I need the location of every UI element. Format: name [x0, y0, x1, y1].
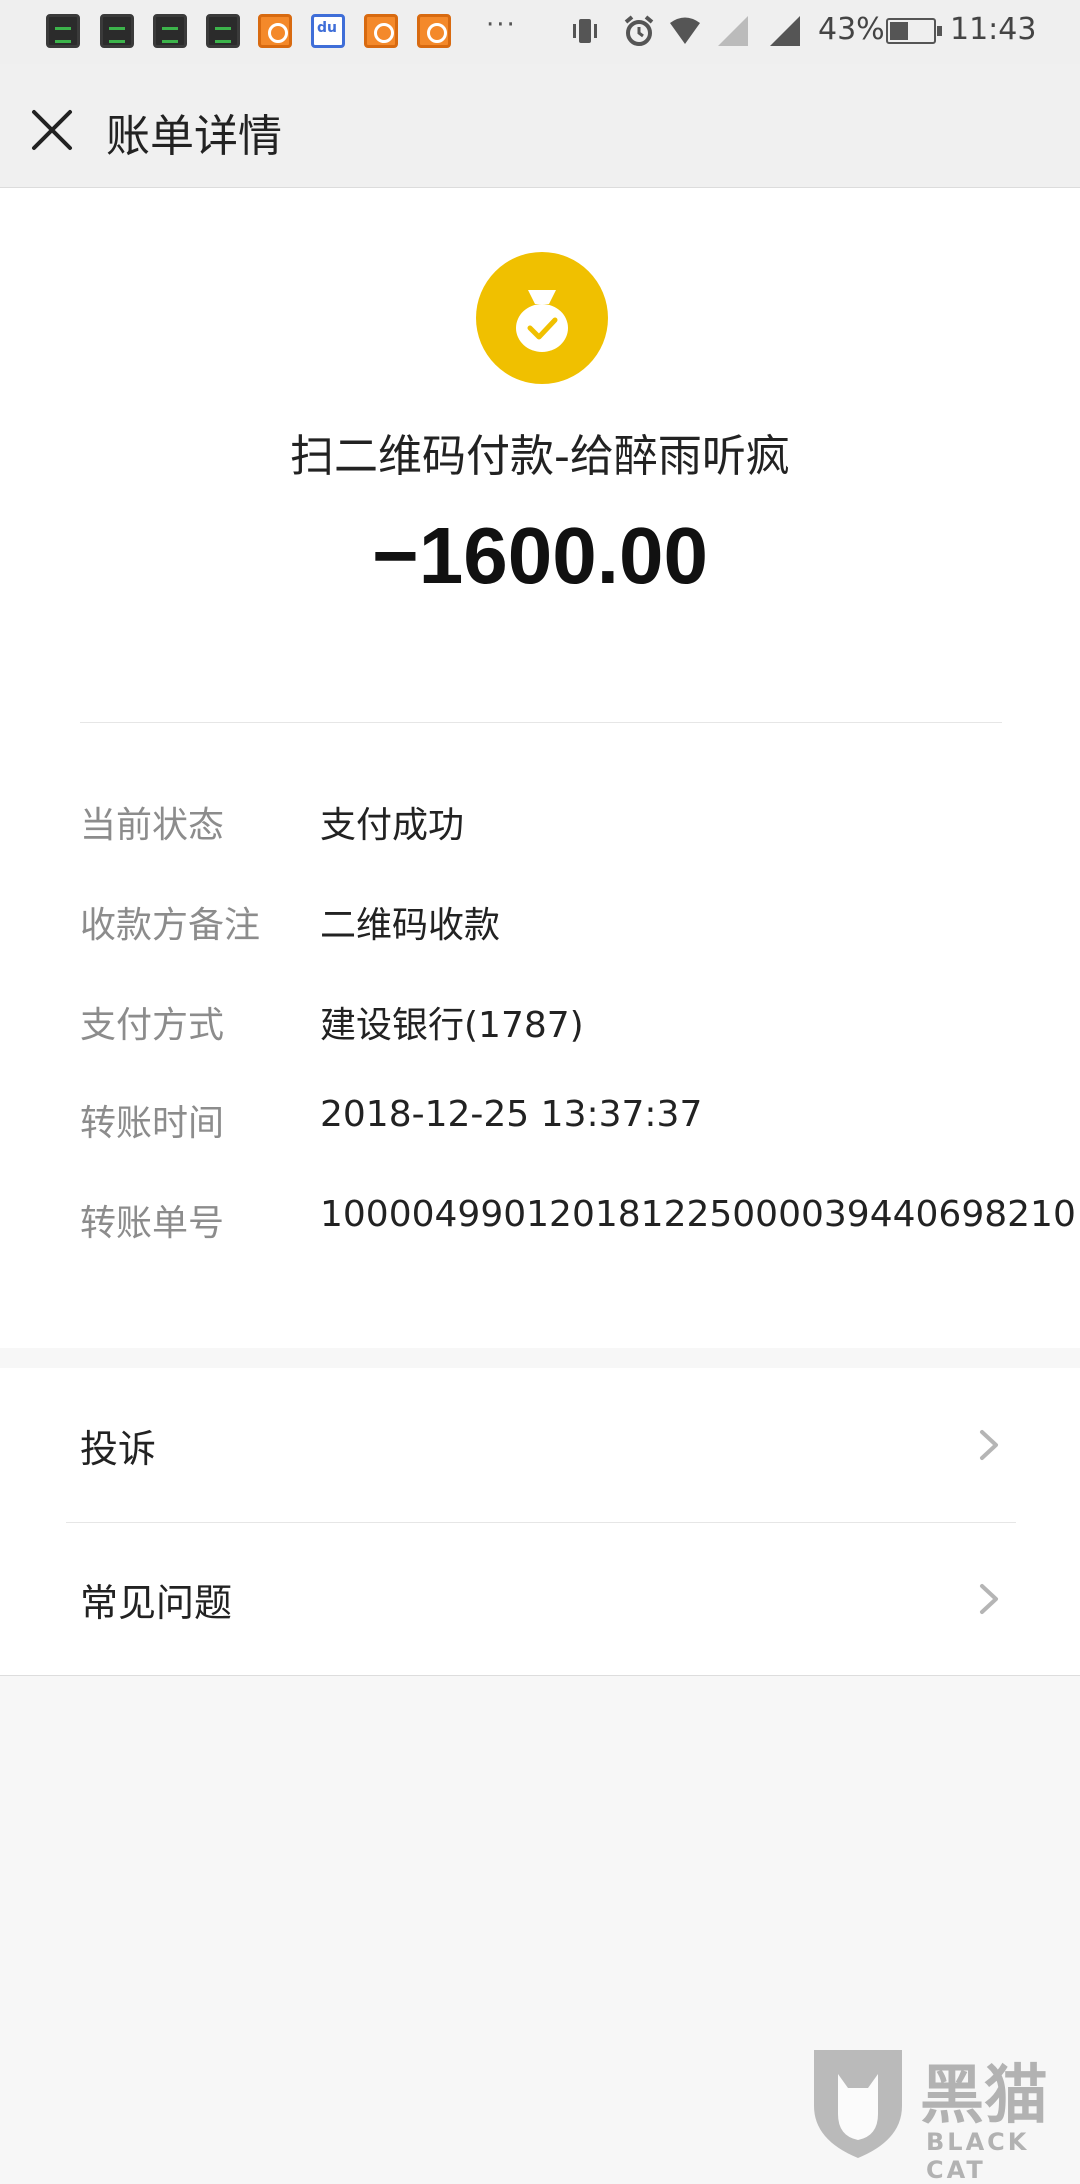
wifi-icon	[670, 17, 700, 44]
bill-title: 扫二维码付款-给醉雨听疯	[290, 431, 790, 482]
monitor-icon	[46, 14, 80, 48]
status-bar: ··· 43% 11:43	[0, 0, 1080, 64]
uc-browser-icon	[417, 14, 451, 48]
detail-value: 2018-12-25 13:37:37	[320, 1094, 703, 1135]
monitor-icon	[206, 14, 240, 48]
signal-icon	[770, 16, 800, 46]
detail-value: 100004990120181225000039440698210	[320, 1194, 1076, 1235]
detail-label: 收款方备注	[80, 905, 261, 946]
bill-amount: −1600.00	[372, 511, 708, 600]
battery-percent: 43%	[818, 12, 885, 47]
detail-row-transfer-time: 转账时间 2018-12-25 13:37:37	[80, 1094, 1020, 1154]
detail-value: 支付成功	[320, 805, 465, 846]
baidu-icon	[311, 14, 345, 48]
detail-value: 建设银行(1787)	[320, 1005, 584, 1046]
detail-row-status: 当前状态 支付成功	[80, 796, 1020, 856]
detail-label: 支付方式	[80, 1005, 225, 1046]
money-bag-check-icon	[476, 252, 608, 384]
uc-browser-icon	[258, 14, 292, 48]
bill-card: 扫二维码付款-给醉雨听疯 −1600.00 当前状态 支付成功 收款方备注 二维…	[0, 188, 1080, 1348]
cat-shield-icon	[814, 2050, 902, 2158]
close-icon[interactable]	[24, 102, 80, 158]
complaint-item[interactable]: 投诉	[0, 1368, 1080, 1522]
monitor-icon	[153, 14, 187, 48]
watermark-en: BLACK CAT	[926, 2128, 1030, 2184]
battery-icon	[886, 18, 942, 44]
chevron-right-icon	[980, 1430, 998, 1460]
faq-label: 常见问题	[80, 1581, 233, 1625]
detail-value: 二维码收款	[320, 905, 501, 946]
faq-item[interactable]: 常见问题	[0, 1522, 1080, 1676]
detail-row-payee-note: 收款方备注 二维码收款	[80, 896, 1020, 956]
detail-row-payment-method: 支付方式 建设银行(1787)	[80, 996, 1020, 1056]
divider	[80, 722, 1002, 723]
alarm-icon	[624, 15, 654, 46]
action-list: 投诉 常见问题	[0, 1368, 1080, 1676]
detail-row-transfer-number: 转账单号 100004990120181225000039440698210	[80, 1194, 1076, 1254]
uc-browser-icon	[364, 14, 398, 48]
watermark-cn: 黑猫	[920, 2059, 1048, 2133]
vibrate-icon	[573, 19, 597, 43]
header-bar: 账单详情	[0, 64, 1080, 188]
monitor-icon	[100, 14, 134, 48]
black-cat-watermark: 黑猫 BLACK CAT	[808, 2044, 1080, 2184]
detail-label: 当前状态	[80, 805, 225, 846]
chevron-right-icon	[980, 1584, 998, 1614]
detail-label: 转账时间	[80, 1103, 225, 1144]
battery-level	[890, 22, 908, 40]
more-notifications-icon: ···	[486, 10, 517, 40]
page-title: 账单详情	[106, 111, 282, 162]
complaint-label: 投诉	[80, 1427, 157, 1471]
clock: 11:43	[950, 12, 1037, 47]
signal-weak-icon	[718, 16, 748, 46]
detail-label: 转账单号	[80, 1203, 225, 1244]
